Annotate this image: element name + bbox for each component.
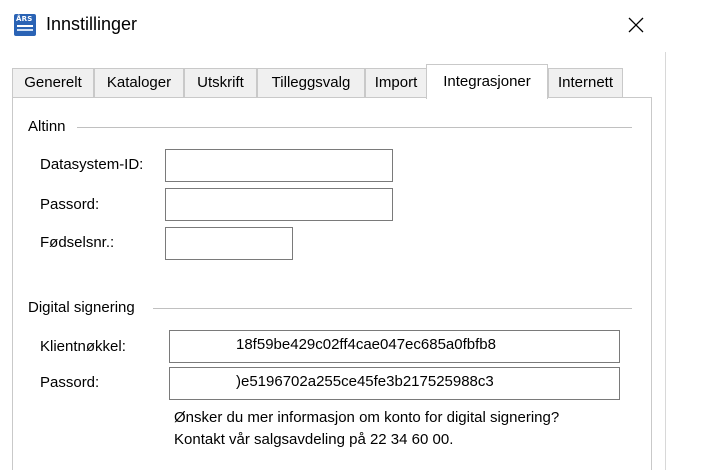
app-icon-text: ÅRS (16, 15, 33, 23)
altinn-passord-field[interactable] (165, 188, 393, 221)
app-icon: ÅRS (14, 14, 36, 36)
tab-panel-integrasjoner: Altinn Datasystem-ID: Passord: Fødselsnr… (12, 97, 652, 470)
background-area (667, 0, 725, 470)
digital-passord-label: Passord: (40, 374, 100, 391)
info-text-line2: Kontakt vår salgsavdeling på 22 34 60 00… (174, 431, 454, 448)
settings-dialog: ÅRS Innstillinger Generelt Kataloger Uts… (0, 0, 666, 470)
digital-passord-field[interactable]: )e5196702a255ce45fe3b217525988c3 (169, 367, 620, 400)
datasystem-id-label: Datasystem-ID: (40, 156, 144, 173)
tab-import[interactable]: Import (365, 68, 427, 98)
title-bar: ÅRS Innstillinger (0, 0, 666, 52)
tab-kataloger[interactable]: Kataloger (94, 68, 184, 98)
datasystem-id-field[interactable] (165, 149, 393, 182)
digital-signering-group-divider (153, 308, 632, 309)
window-title: Innstillinger (46, 14, 138, 34)
tab-integrasjoner[interactable]: Integrasjoner (426, 64, 548, 99)
tab-generelt[interactable]: Generelt (12, 68, 94, 98)
klientnokkel-label: Klientnøkkel: (40, 338, 126, 355)
fodselsnr-label: Fødselsnr.: (40, 234, 115, 251)
close-icon (628, 17, 644, 33)
fodselsnr-field[interactable] (165, 227, 293, 260)
klientnokkel-field[interactable]: 18f59be429c02ff4cae047ec685a0fbfb8 (169, 330, 620, 363)
tab-tilleggsvalg[interactable]: Tilleggsvalg (257, 68, 365, 98)
digital-signering-group-title: Digital signering (28, 299, 135, 316)
tab-strip: Generelt Kataloger Utskrift Tilleggsvalg… (12, 64, 662, 99)
altinn-group-divider (77, 127, 632, 128)
close-button[interactable] (612, 6, 660, 44)
altinn-passord-label: Passord: (40, 196, 100, 213)
tab-internett[interactable]: Internett (548, 68, 623, 98)
info-text-line1: Ønsker du mer informasjon om konto for d… (174, 409, 560, 426)
tab-utskrift[interactable]: Utskrift (184, 68, 257, 98)
altinn-group-title: Altinn (28, 118, 66, 135)
